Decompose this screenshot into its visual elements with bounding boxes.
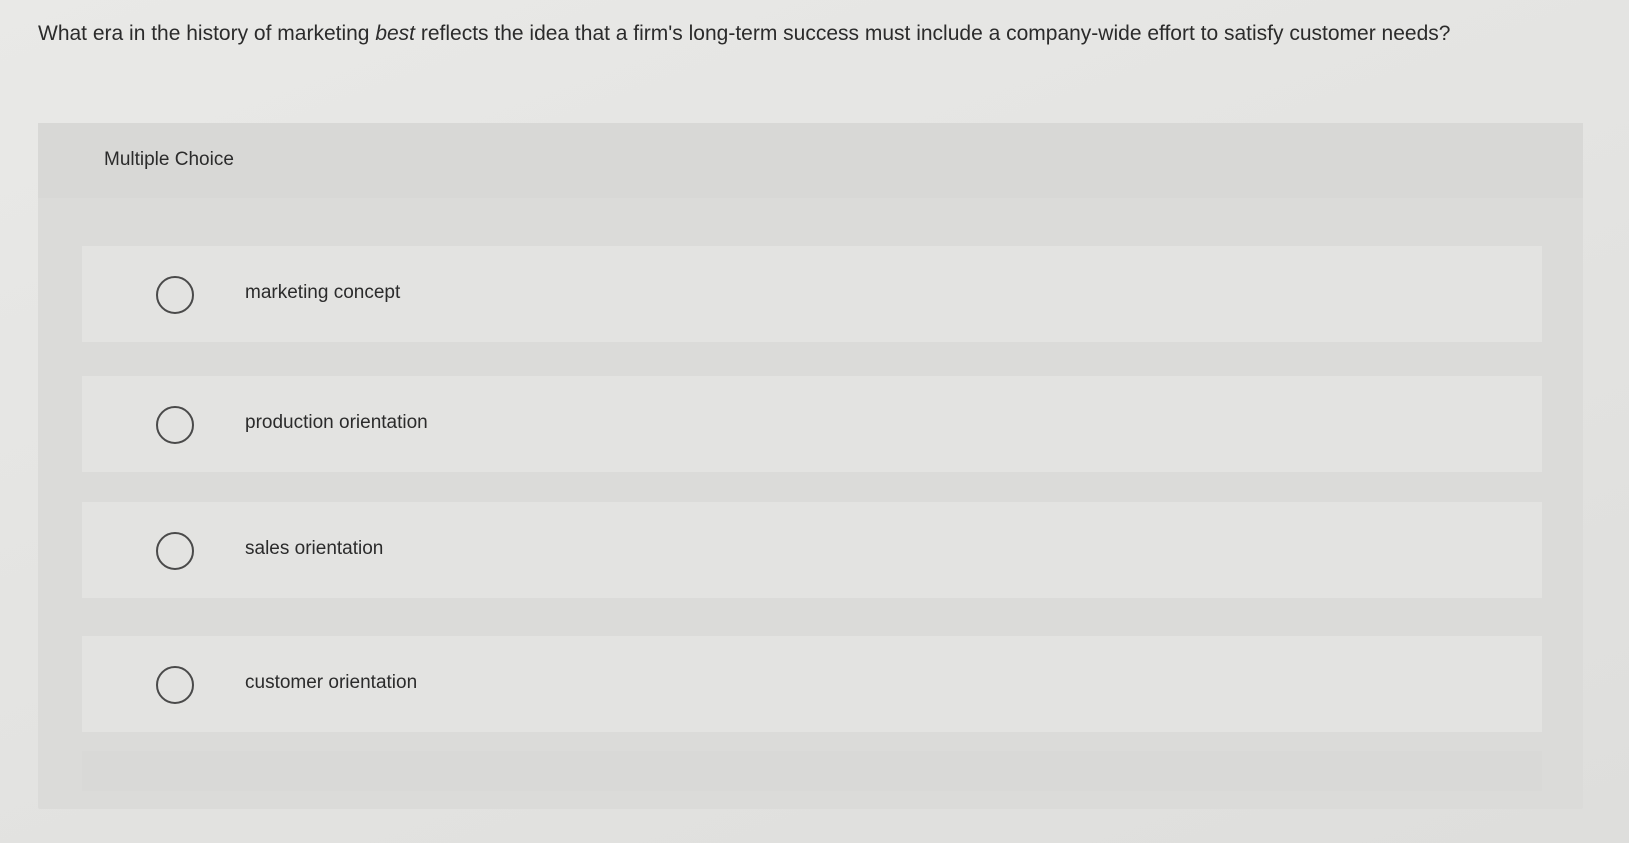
choice-label: production orientation <box>245 412 428 433</box>
panel-header: Multiple Choice <box>38 123 1583 198</box>
panel-title: Multiple Choice <box>104 149 234 170</box>
choice-option-production-orientation[interactable]: production orientation <box>82 376 1542 472</box>
radio-button-icon[interactable] <box>156 406 194 444</box>
radio-button-icon[interactable] <box>156 532 194 570</box>
radio-button-icon[interactable] <box>156 276 194 314</box>
radio-button-icon[interactable] <box>156 666 194 704</box>
choice-label: customer orientation <box>245 672 418 693</box>
question-emphasis: best <box>375 22 416 45</box>
question-prefix: What era in the history of marketing <box>38 22 376 45</box>
panel-footer <box>82 751 1542 791</box>
question-suffix: reflects the idea that a firm's long-ter… <box>415 22 1451 45</box>
choice-option-marketing-concept[interactable]: marketing concept <box>82 246 1542 342</box>
multiple-choice-panel: Multiple Choice marketing concept produc… <box>38 123 1583 809</box>
choice-option-customer-orientation[interactable]: customer orientation <box>82 636 1542 732</box>
choice-option-sales-orientation[interactable]: sales orientation <box>82 502 1542 598</box>
choice-label: marketing concept <box>245 282 401 303</box>
question-text: What era in the history of marketing bes… <box>38 19 1598 49</box>
choice-label: sales orientation <box>245 538 384 559</box>
